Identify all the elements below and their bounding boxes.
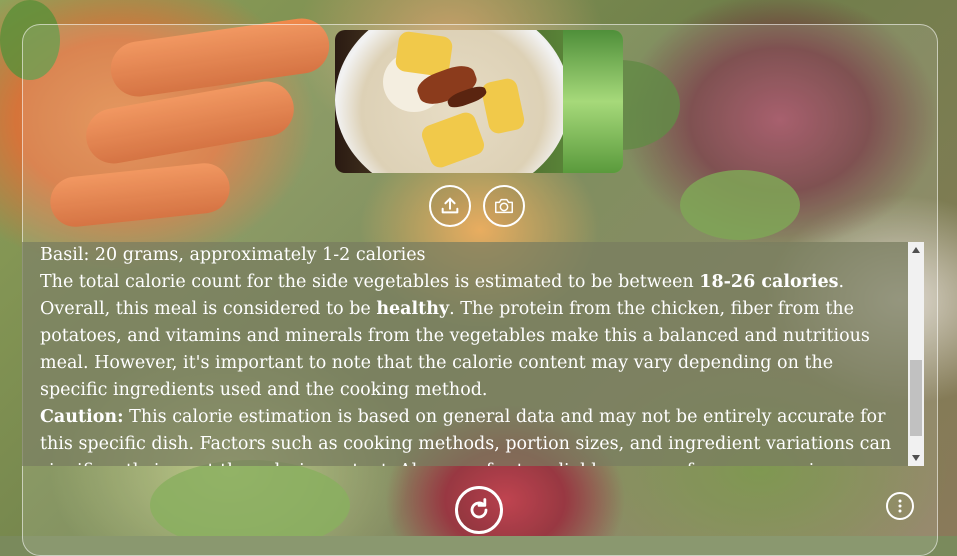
vertical-scrollbar[interactable] <box>908 242 924 466</box>
total-calories-value: 18-26 calories <box>699 272 839 292</box>
more-vertical-icon <box>898 499 902 513</box>
camera-button[interactable] <box>483 185 525 227</box>
refresh-icon <box>470 498 488 519</box>
more-options-button[interactable] <box>886 492 914 520</box>
caution-label: Caution: <box>40 407 124 427</box>
caution-text: This calorie estimation is based on gene… <box>40 407 892 466</box>
scroll-up-arrow-icon[interactable] <box>908 242 924 258</box>
overall-prefix: Overall, this meal is considered to be <box>40 299 377 319</box>
camera-icon <box>495 198 513 214</box>
total-line-prefix: The total calorie count for the side veg… <box>40 272 700 292</box>
total-line-suffix: . <box>838 272 845 292</box>
refresh-button[interactable] <box>455 486 503 534</box>
caution-paragraph: Caution: This calorie estimation is base… <box>40 404 905 466</box>
scroll-down-arrow-icon[interactable] <box>908 450 924 466</box>
scrollbar-thumb[interactable] <box>910 360 922 436</box>
analysis-result-text[interactable]: Basil: 20 grams, approximately 1-2 calor… <box>22 242 924 466</box>
uploaded-food-photo <box>335 30 623 173</box>
healthy-label: healthy <box>376 299 450 319</box>
total-line: The total calorie count for the side veg… <box>40 269 905 296</box>
upload-icon <box>441 197 459 214</box>
overall-paragraph: Overall, this meal is considered to be h… <box>40 296 905 404</box>
basil-line: Basil: 20 grams, approximately 1-2 calor… <box>40 245 426 265</box>
upload-button[interactable] <box>429 185 471 227</box>
